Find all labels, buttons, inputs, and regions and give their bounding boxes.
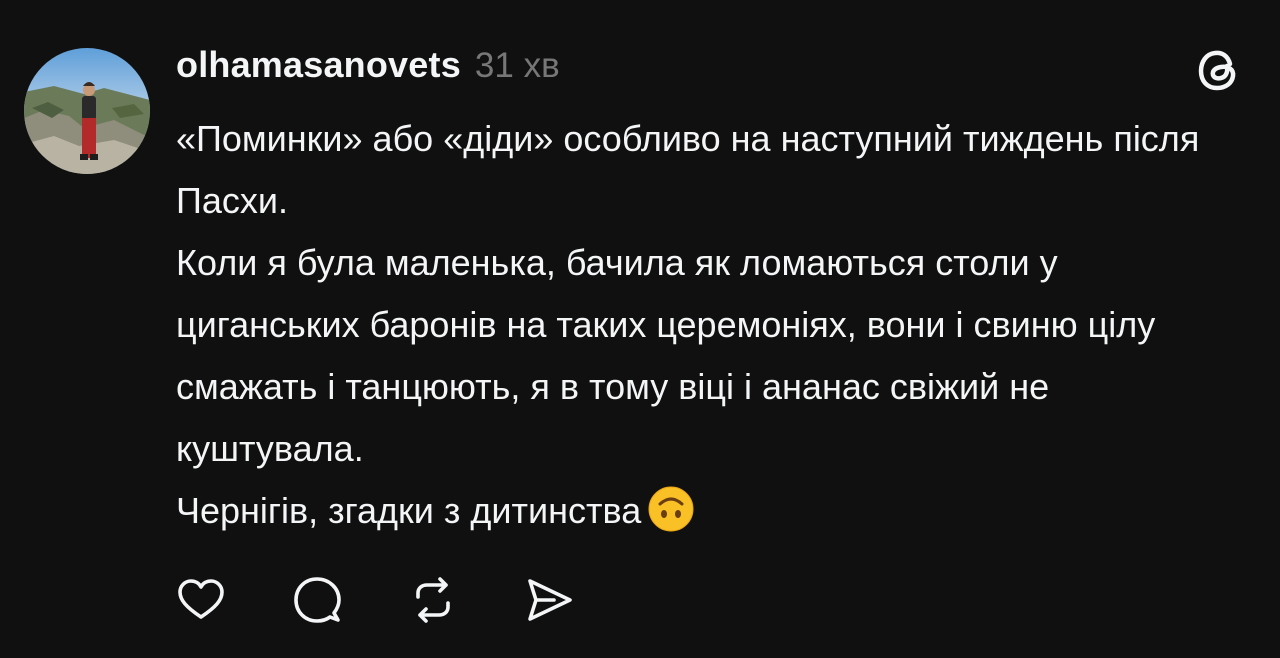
post-paragraph: «Поминки» або «діди» особливо на наступн… xyxy=(176,118,1200,221)
repost-button[interactable] xyxy=(406,573,460,627)
post-paragraph-text: Чернігів, згадки з дитинства xyxy=(176,490,642,531)
post-timestamp: 31 хв xyxy=(474,46,560,85)
upside-down-face-emoji xyxy=(647,485,695,533)
avatar[interactable] xyxy=(24,48,150,174)
action-bar xyxy=(174,572,638,628)
share-button[interactable] xyxy=(522,573,576,627)
repost-icon xyxy=(408,575,458,625)
username[interactable]: olhamasanovets xyxy=(176,44,461,86)
threads-logo-icon[interactable] xyxy=(1194,44,1246,96)
comment-bubble-icon xyxy=(292,575,342,625)
post-paragraph-last: Чернігів, згадки з дитинства xyxy=(176,480,1246,542)
post-body: «Поминки» або «діди» особливо на наступн… xyxy=(176,108,1246,542)
thread-post: olhamasanovets 31 хв «Поминки» або «діди… xyxy=(0,0,1280,658)
send-icon xyxy=(524,575,574,625)
post-paragraph: Коли я була маленька, бачила як ломаютьс… xyxy=(176,242,1156,469)
reply-button[interactable] xyxy=(290,573,344,627)
like-button[interactable] xyxy=(174,573,228,627)
post-header: olhamasanovets 31 хв xyxy=(176,44,560,92)
heart-icon xyxy=(176,575,226,625)
